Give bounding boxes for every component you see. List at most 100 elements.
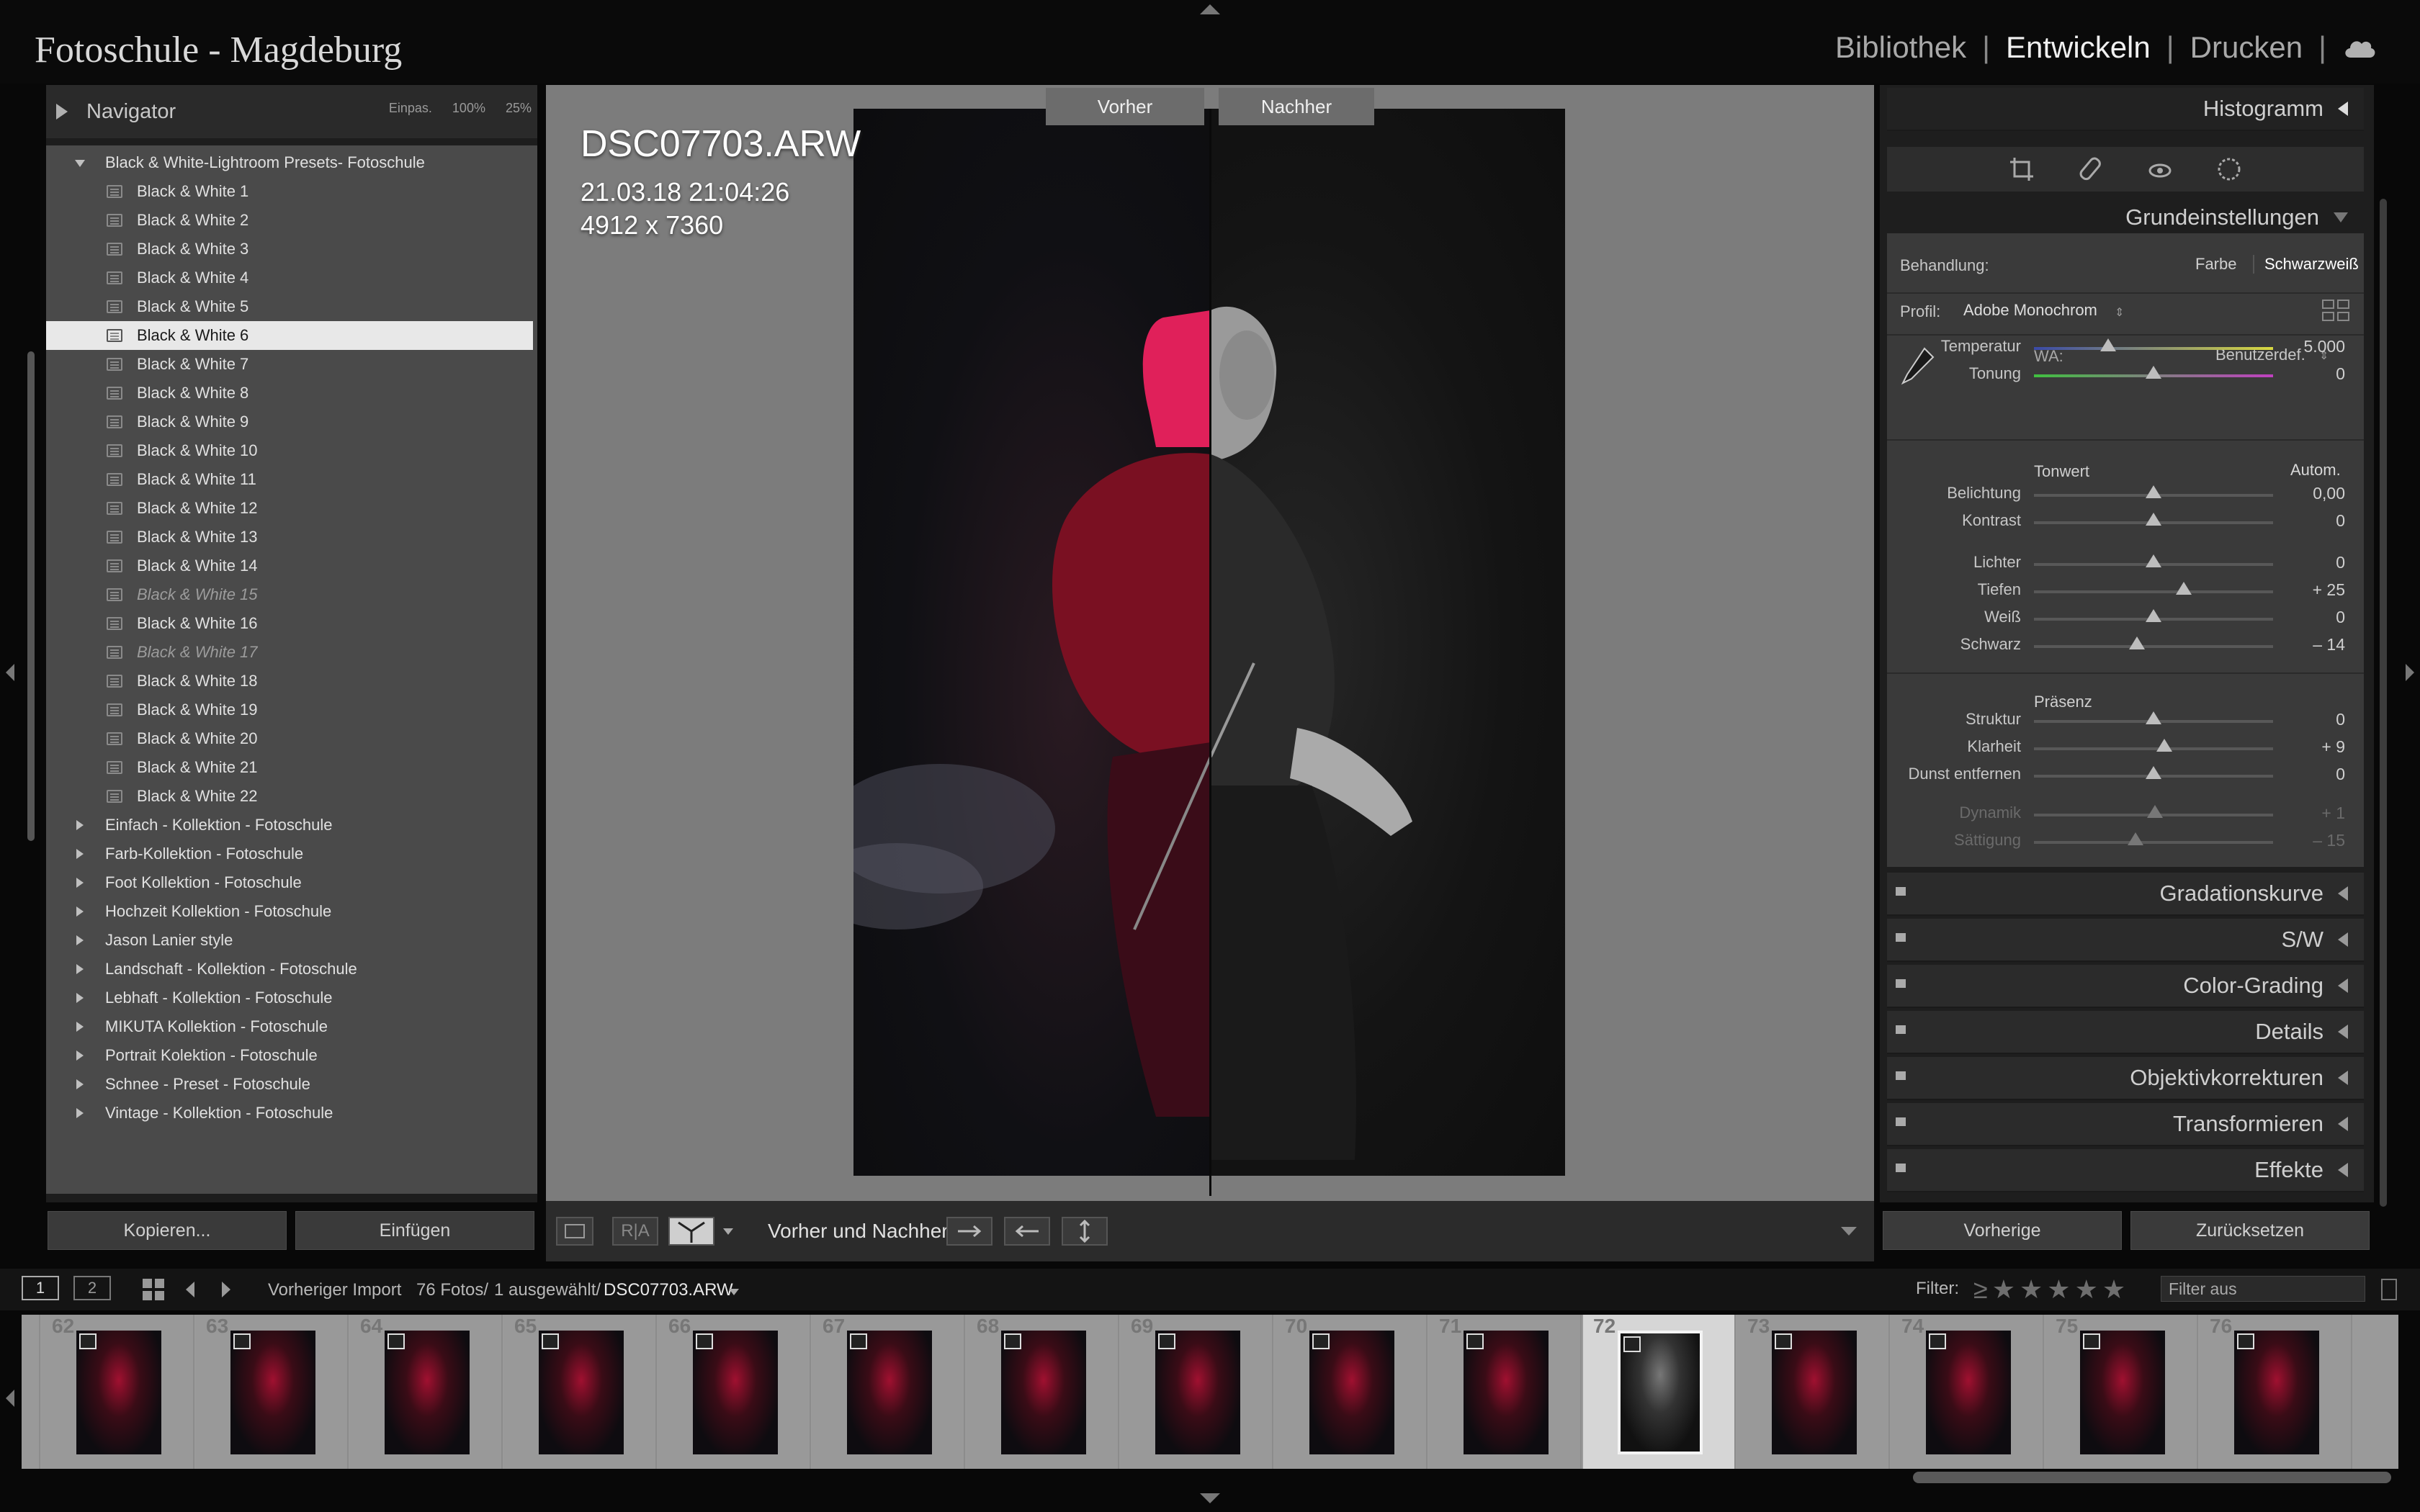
preset-item[interactable]: Black & White 12 — [46, 494, 533, 523]
current-file[interactable]: DSC07703.ARW — [604, 1280, 733, 1300]
slider-track[interactable] — [2034, 711, 2273, 724]
section-header[interactable]: Objektivkorrekturen — [1887, 1057, 2364, 1100]
preset-item[interactable]: Black & White 18 — [46, 667, 533, 696]
auto-tone-button[interactable]: Autom. — [2290, 461, 2341, 480]
copy-before-to-after-button[interactable] — [946, 1217, 992, 1246]
filter-select[interactable]: Filter aus — [2161, 1276, 2365, 1302]
preset-item[interactable]: Black & White 10 — [46, 436, 533, 465]
loupe-view-button[interactable] — [556, 1217, 593, 1246]
slider-thumb[interactable] — [2175, 582, 2192, 595]
histogram-header[interactable]: Histogramm — [1887, 88, 2364, 131]
navigator-expand-icon[interactable] — [56, 104, 68, 120]
preset-group[interactable]: MIKUTA Kollektion - Fotoschule — [46, 1012, 533, 1041]
slider-track[interactable] — [2034, 554, 2273, 567]
slider-thumb[interactable] — [2146, 609, 2161, 622]
expand-icon[interactable] — [2338, 1117, 2348, 1131]
filmstrip-scroll-left-icon[interactable] — [6, 1390, 14, 1407]
slider-track[interactable] — [2034, 609, 2273, 622]
secondary-window-button[interactable]: 2 — [73, 1276, 111, 1300]
section-header[interactable]: Details — [1887, 1011, 2364, 1054]
filmstrip-cell[interactable]: 74 — [1891, 1315, 2044, 1469]
copy-after-to-before-button[interactable] — [1004, 1217, 1050, 1246]
filmstrip-cell[interactable]: 63 — [196, 1315, 349, 1469]
section-header[interactable]: Color-Grading — [1887, 965, 2364, 1008]
filmstrip-cell[interactable]: 66 — [658, 1315, 811, 1469]
preset-group[interactable]: Landschaft - Kollektion - Fotoschule — [46, 955, 533, 984]
bottom-panel-toggle-icon[interactable] — [1200, 1493, 1220, 1503]
expand-icon[interactable] — [2338, 932, 2348, 947]
module-drucken[interactable]: Drucken — [2190, 30, 2303, 65]
treatment-bw-option[interactable]: Schwarzweiß — [2264, 255, 2359, 274]
paste-button[interactable]: Einfügen — [295, 1211, 534, 1250]
navigator-header[interactable]: Navigator Einpas. 100% 25% — [46, 85, 537, 138]
preset-group[interactable]: Vintage - Kollektion - Fotoschule — [46, 1099, 533, 1128]
back-arrow-icon[interactable] — [180, 1279, 202, 1300]
slider-track[interactable] — [2034, 366, 2273, 379]
collapse-icon[interactable] — [2338, 102, 2348, 116]
module-bibliothek[interactable]: Bibliothek — [1835, 30, 1966, 65]
source-label[interactable]: Vorheriger Import — [268, 1280, 401, 1300]
slider-value[interactable]: 0 — [2259, 553, 2345, 572]
slider-track[interactable] — [2034, 766, 2273, 779]
preset-item[interactable]: Black & White 3 — [46, 235, 533, 264]
right-panel-toggle-icon[interactable] — [2406, 664, 2414, 681]
preset-item[interactable]: Black & White 2 — [46, 206, 533, 235]
filmstrip-cell[interactable]: 68 — [967, 1315, 1119, 1469]
filmstrip-cell[interactable]: 73 — [1737, 1315, 1890, 1469]
slider-thumb[interactable] — [2146, 485, 2161, 498]
section-toggle-icon[interactable] — [1896, 1117, 1906, 1126]
zoom-fit[interactable]: Einpas. — [389, 101, 432, 116]
ra-view-button[interactable]: R|A — [612, 1217, 658, 1246]
crop-icon[interactable] — [2007, 155, 2036, 184]
slider-track[interactable] — [2034, 513, 2273, 526]
filmstrip-cell[interactable]: 69 — [1121, 1315, 1273, 1469]
filmstrip-cell[interactable]: 67 — [812, 1315, 965, 1469]
filmstrip-cell[interactable]: 64 — [350, 1315, 503, 1469]
expanded-icon[interactable] — [2334, 212, 2348, 222]
expand-icon[interactable] — [2338, 886, 2348, 901]
preset-item[interactable]: Black & White 8 — [46, 379, 533, 408]
before-after-view-button[interactable] — [668, 1217, 714, 1246]
reset-button[interactable]: Zurücksetzen — [2130, 1211, 2370, 1250]
slider-track[interactable] — [2034, 582, 2273, 595]
slider-thumb[interactable] — [2099, 338, 2116, 351]
filmstrip-cell[interactable]: 62 — [42, 1315, 194, 1469]
preset-group[interactable]: Portrait Kolektion - Fotoschule — [46, 1041, 533, 1070]
previous-button[interactable]: Vorherige — [1883, 1211, 2122, 1250]
preset-group[interactable]: Schnee - Preset - Fotoschule — [46, 1070, 533, 1099]
filmstrip-scrollbar[interactable] — [1913, 1472, 2391, 1483]
module-entwickeln[interactable]: Entwickeln — [2006, 30, 2151, 65]
section-toggle-icon[interactable] — [1896, 1164, 1906, 1172]
preset-group[interactable]: Jason Lanier style — [46, 926, 533, 955]
slider-value[interactable]: 0 — [2259, 364, 2345, 384]
preset-group-open[interactable]: Black & White-Lightroom Presets- Fotosch… — [46, 148, 533, 177]
section-toggle-icon[interactable] — [1896, 1071, 1906, 1080]
section-toggle-icon[interactable] — [1896, 933, 1906, 942]
filter-lock-icon[interactable] — [2381, 1279, 2397, 1300]
before-image[interactable] — [853, 109, 1211, 1176]
slider-value[interactable]: 0 — [2259, 710, 2345, 729]
current-file-dropdown-icon[interactable] — [729, 1289, 739, 1295]
preset-group[interactable]: Einfach - Kollektion - Fotoschule — [46, 811, 533, 840]
slider-track[interactable] — [2034, 636, 2273, 649]
preset-item[interactable]: Black & White 15 — [46, 580, 533, 609]
preset-group[interactable]: Hochzeit Kollektion - Fotoschule — [46, 897, 533, 926]
basic-header[interactable]: Grundeinstellungen — [1887, 196, 2364, 239]
preset-item[interactable]: Black & White 7 — [46, 350, 533, 379]
copy-button[interactable]: Kopieren... — [48, 1211, 287, 1250]
swap-before-after-button[interactable] — [1062, 1217, 1108, 1246]
slider-thumb[interactable] — [2156, 739, 2172, 752]
zoom-25[interactable]: 25% — [506, 101, 532, 116]
profile-select[interactable]: Adobe Monochrom — [1963, 301, 2097, 320]
zoom-100[interactable]: 100% — [452, 101, 485, 116]
slider-thumb[interactable] — [2146, 766, 2161, 779]
slider-thumb[interactable] — [2146, 711, 2161, 724]
preset-item[interactable]: Black & White 5 — [46, 292, 533, 321]
slider-track[interactable] — [2034, 485, 2273, 498]
toolbar-menu-icon[interactable] — [1841, 1227, 1857, 1236]
slider-track[interactable] — [2034, 739, 2273, 752]
preset-item[interactable]: Black & White 21 — [46, 753, 533, 782]
left-scrollbar[interactable] — [27, 351, 35, 841]
view-dropdown-icon[interactable] — [723, 1228, 733, 1235]
slider-thumb[interactable] — [2146, 366, 2161, 379]
